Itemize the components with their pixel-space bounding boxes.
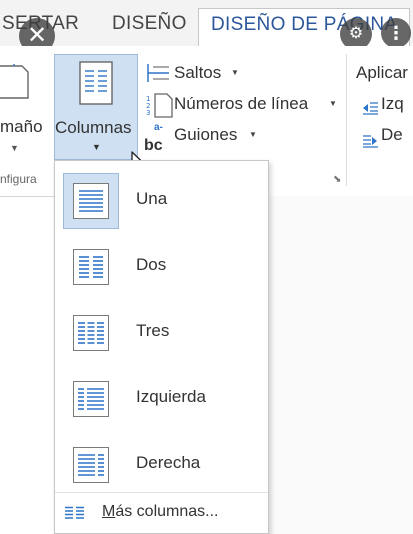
columns-dropdown-menu: Una Dos Tres Izquierda Derecha Más colum… [54, 160, 269, 534]
right-column-icon [73, 447, 109, 483]
tab-page-layout[interactable]: DISEÑO DE PÁGINA [198, 8, 411, 47]
columns-button-label[interactable]: Columnas [55, 118, 132, 138]
size-dropdown-arrow-icon[interactable]: ▼ [10, 143, 19, 153]
indent-left-icon [362, 101, 378, 120]
more-columns-accelerator: M [102, 503, 116, 520]
dialog-launcher-icon[interactable]: ⬊ [333, 174, 341, 185]
more-icon[interactable]: ⋮ [381, 18, 411, 48]
menu-item-label: Una [136, 189, 168, 208]
two-columns-icon [73, 249, 109, 285]
hyphenation-button-label[interactable]: Guiones [174, 125, 237, 145]
menu-item-label: Izquierda [136, 387, 206, 406]
three-columns-icon [73, 315, 109, 351]
page-setup-group-label: nfigura [0, 172, 37, 186]
breaks-icon [145, 62, 171, 89]
indent-right-icon [362, 134, 378, 153]
one-column-icon [73, 183, 109, 219]
menu-item-right-column[interactable]: Derecha [55, 432, 268, 498]
group-separator [346, 54, 347, 186]
left-column-icon [73, 381, 109, 417]
svg-text:3: 3 [146, 109, 150, 117]
columns-icon [79, 61, 113, 105]
more-columns-icon [65, 506, 85, 525]
menu-item-label: Tres [136, 321, 170, 340]
hyphenation-icon: a-bc [144, 122, 163, 154]
menu-item-left-column[interactable]: Izquierda [55, 366, 268, 432]
menu-item-two-columns[interactable]: Dos [55, 234, 268, 300]
size-icon[interactable] [0, 61, 30, 100]
menu-item-label: Dos [136, 255, 167, 274]
breaks-dropdown-arrow-icon[interactable]: ▼ [231, 68, 239, 77]
line-numbers-icon: 1 2 3 [145, 92, 173, 123]
menu-item-more-columns[interactable]: Más columnas... [55, 493, 268, 533]
columns-dropdown-arrow-icon[interactable]: ▼ [92, 142, 101, 152]
size-button-label[interactable]: maño [0, 117, 43, 137]
menu-item-one-column[interactable]: Una [55, 168, 268, 234]
menu-item-label: Derecha [136, 453, 201, 472]
breaks-button-label[interactable]: Saltos [174, 63, 221, 83]
line-numbers-button-label[interactable]: Números de línea [174, 94, 308, 114]
apply-label: Aplicar [356, 63, 408, 82]
line-numbers-dropdown-arrow-icon[interactable]: ▼ [329, 99, 337, 108]
document-area [269, 196, 413, 534]
indent-left-label[interactable]: Izq [381, 94, 404, 114]
more-columns-label-text: ás columnas... [115, 503, 219, 520]
hyphenation-dropdown-arrow-icon[interactable]: ▼ [249, 130, 257, 139]
more-columns-label: Más columnas... [102, 503, 218, 521]
menu-item-three-columns[interactable]: Tres [55, 300, 268, 366]
tab-design[interactable]: DISEÑO [112, 13, 187, 35]
indent-right-label[interactable]: De [381, 125, 403, 145]
